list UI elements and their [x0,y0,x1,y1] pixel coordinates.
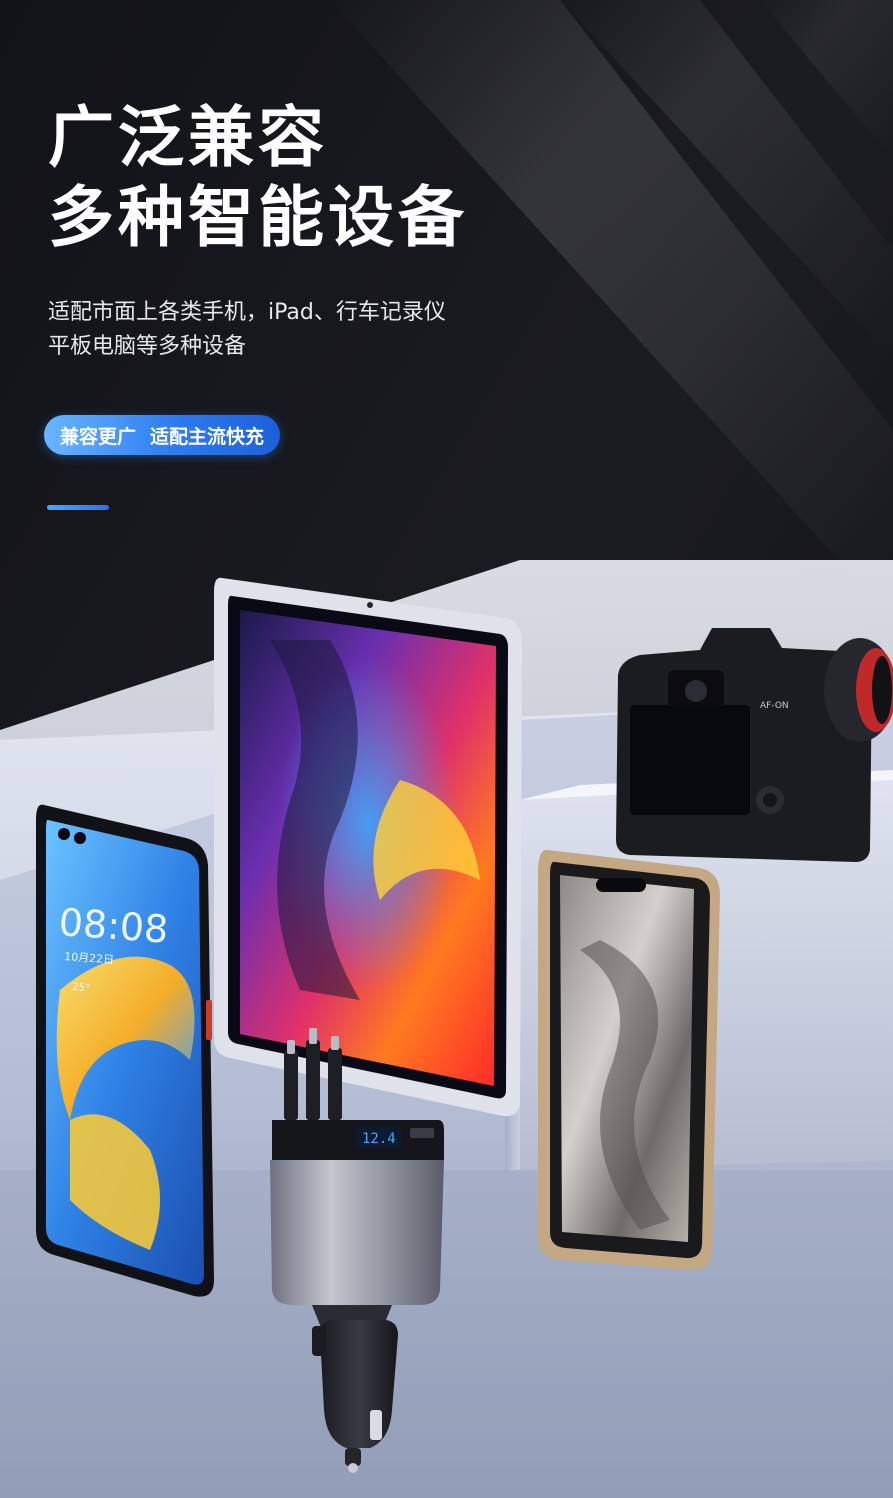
accent-divider [47,505,109,510]
phone-time: 08:08 [57,900,169,952]
subtitle-line-2: 平板电脑等多种设备 [48,334,247,359]
badge-text-fastcharge: 适配主流快充 [150,425,265,448]
charger-display-value: 12.4 [362,1131,396,1147]
subtitle-line-1: 适配市面上各类手机，iPad、行车记录仪 [48,300,446,325]
smartphone-right [538,849,720,1271]
tablet [214,577,522,1117]
phone-temp: 25° [72,982,90,994]
camera-af-label: AF-ON [760,701,789,711]
headline-line-2: 多种智能设备 [48,179,468,256]
product-banner: 08:08 10月22日 25° AF-ON 12.4 广泛兼容 多种智能设备 … [0,0,893,1498]
camera: AF-ON [616,628,893,862]
headline-line-1: 广泛兼容 [48,99,328,176]
smartphone-left: 08:08 10月22日 25° [36,804,214,1297]
feature-badge: 兼容更广 适配主流快充 [44,415,281,455]
badge-text-compat: 兼容更广 [60,425,137,448]
